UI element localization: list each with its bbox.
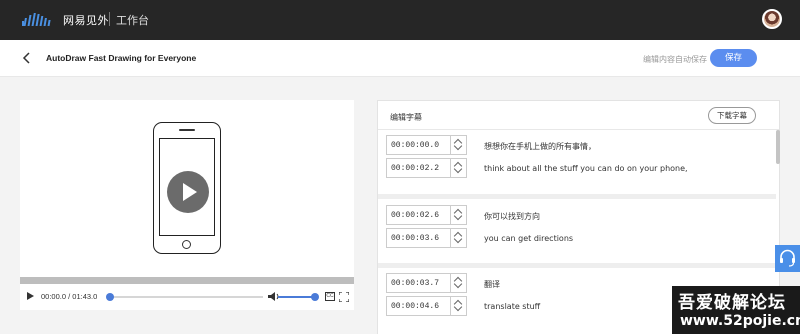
time-display: 00:00.0 / 01:43.0 <box>41 292 98 301</box>
stepper-divider <box>450 136 451 154</box>
subtitle-editor-header: 编辑字幕 下载字幕 <box>378 101 779 130</box>
player-controls: 00:00.0 / 01:43.0 CC <box>20 286 354 308</box>
stepper-divider <box>450 274 451 292</box>
download-subtitles-button[interactable]: 下载字幕 <box>708 107 756 124</box>
start-time-value: 00:00:00.0 <box>391 141 440 150</box>
progress-track[interactable] <box>108 296 263 298</box>
stepper-divider <box>450 206 451 224</box>
subtitle-item: 00:00:02.6 你可以找到方向 00:00:03.6 you can ge… <box>378 199 776 263</box>
sub-header: AutoDraw Fast Drawing for Everyone 编辑内容自… <box>0 40 800 77</box>
volume-knob[interactable] <box>311 293 319 301</box>
start-time-value: 00:00:03.7 <box>391 279 440 288</box>
end-time-input[interactable]: 00:00:04.6 <box>386 296 467 316</box>
back-arrow-icon[interactable] <box>20 51 34 65</box>
progress-knob[interactable] <box>106 293 114 301</box>
page-title: AutoDraw Fast Drawing for Everyone <box>46 53 197 63</box>
start-time-value: 00:00:02.6 <box>391 211 440 220</box>
headset-icon <box>780 249 795 267</box>
brand-name[interactable]: 网易见外 <box>63 12 109 28</box>
subtitle-text-en[interactable]: think about all the stuff you can do on … <box>484 164 688 173</box>
save-button[interactable]: 保存 <box>710 49 757 67</box>
end-time-value: 00:00:04.6 <box>391 302 440 311</box>
logo-icon <box>22 13 51 26</box>
start-time-input[interactable]: 00:00:03.7 <box>386 273 467 293</box>
scrollbar[interactable] <box>776 130 780 164</box>
start-time-input[interactable]: 00:00:02.6 <box>386 205 467 225</box>
play-icon[interactable] <box>27 292 34 300</box>
subtitle-text-en[interactable]: you can get directions <box>484 234 573 243</box>
subtitle-item: 00:00:00.0 想想你在手机上做的所有事情， 00:00:02.2 thi… <box>378 131 776 194</box>
subtitle-text-zh[interactable]: 翻译 <box>484 279 500 290</box>
avatar[interactable] <box>762 9 782 29</box>
subtitle-editor-title: 编辑字幕 <box>390 113 422 122</box>
stepper-divider <box>450 229 451 247</box>
brand-divider <box>109 12 110 26</box>
start-time-input[interactable]: 00:00:00.0 <box>386 135 467 155</box>
watermark-url: www.52pojie.cn <box>680 313 800 329</box>
subtitle-text-zh[interactable]: 想想你在手机上做的所有事情， <box>484 141 596 152</box>
subtitle-text-en[interactable]: translate stuff <box>484 302 540 311</box>
workspace-link[interactable]: 工作台 <box>116 12 149 28</box>
fullscreen-icon[interactable] <box>339 292 349 302</box>
stepper-divider <box>450 297 451 315</box>
captions-icon[interactable]: CC <box>325 292 335 301</box>
video-buffer-bar[interactable] <box>20 277 354 284</box>
top-bar: 网易见外 工作台 <box>0 0 800 40</box>
subtitle-text-zh[interactable]: 你可以找到方向 <box>484 211 540 222</box>
phone-home-button <box>182 240 191 249</box>
play-overlay-button[interactable] <box>167 171 209 213</box>
phone-speaker <box>179 129 195 131</box>
customer-service-button[interactable] <box>775 245 800 272</box>
autosave-hint: 编辑内容自动保存 <box>643 55 707 64</box>
volume-track[interactable] <box>278 296 315 298</box>
watermark-title: 吾爱破解论坛 <box>678 293 786 313</box>
stepper-divider <box>450 159 451 177</box>
video-player: 00:00.0 / 01:43.0 CC <box>20 100 354 310</box>
end-time-value: 00:00:03.6 <box>391 234 440 243</box>
site-watermark: 吾爱破解论坛 www.52pojie.cn <box>672 286 800 334</box>
end-time-input[interactable]: 00:00:02.2 <box>386 158 467 178</box>
end-time-value: 00:00:02.2 <box>391 164 440 173</box>
end-time-input[interactable]: 00:00:03.6 <box>386 228 467 248</box>
